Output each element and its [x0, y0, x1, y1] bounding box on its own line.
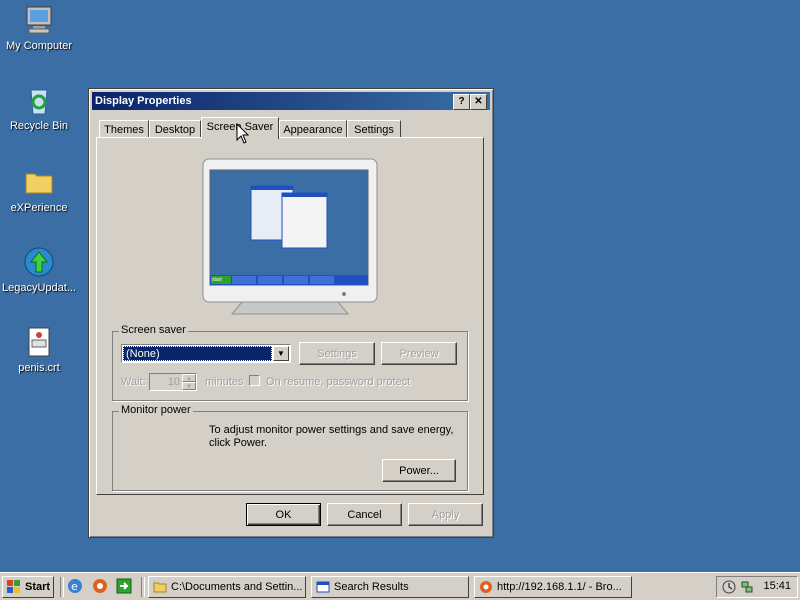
minutes-label: minutes [205, 376, 244, 388]
wait-label: Wait: [121, 376, 146, 388]
ok-button[interactable]: OK [246, 503, 321, 526]
desktop-icon-my-computer[interactable]: My Computer [0, 4, 78, 52]
tab-desktop[interactable]: Desktop [149, 120, 201, 138]
start-label: Start [25, 581, 51, 593]
folder-icon [153, 580, 167, 594]
monitor-preview: start [202, 158, 378, 318]
browser-icon [479, 580, 493, 594]
power-button[interactable]: Power... [382, 459, 456, 482]
preview-start-label: start [212, 277, 222, 283]
tab-themes[interactable]: Themes [99, 120, 149, 138]
desktop-icon-legacyupdate[interactable]: LegacyUpdat... [0, 246, 78, 294]
task-button-browser[interactable]: http://192.168.1.1/ - Bro... [474, 576, 632, 598]
folder-icon [23, 166, 55, 198]
certificate-icon [23, 326, 55, 358]
task-label: C:\Documents and Settin... [171, 581, 303, 593]
quick-launch-divider [60, 577, 64, 597]
monitor-power-description: To adjust monitor power settings and sav… [209, 424, 454, 449]
screen-saver-select[interactable]: (None) ▼ [121, 344, 291, 363]
desktop-icon-recycle-bin[interactable]: Recycle Bin [0, 84, 78, 132]
browser-quicklaunch-icon[interactable] [92, 578, 108, 594]
desktop-icon-label: Recycle Bin [9, 120, 69, 132]
search-window-icon [316, 580, 330, 594]
chevron-down-icon[interactable]: ▼ [273, 346, 289, 361]
tray-clock-icon[interactable] [722, 580, 736, 594]
computer-icon [23, 4, 55, 36]
screen-saver-group-label: Screen saver [119, 324, 188, 336]
title-bar[interactable]: Display Properties ? ✕ [92, 92, 490, 110]
task-label: http://192.168.1.1/ - Bro... [497, 581, 622, 593]
cancel-button[interactable]: Cancel [327, 503, 402, 526]
clock[interactable]: 15:41 [763, 580, 791, 592]
spin-up-icon[interactable]: ▲ [182, 374, 196, 382]
password-protect-checkbox[interactable] [249, 375, 260, 386]
desktop-icon-label: eXPerience [10, 202, 68, 214]
desktop-icon-certificate[interactable]: penis.crt [0, 326, 78, 374]
apply-button[interactable]: Apply [408, 503, 483, 526]
task-button-search-results[interactable]: Search Results [311, 576, 469, 598]
svg-text:e: e [71, 580, 78, 593]
tasks-divider [141, 577, 145, 597]
task-button-documents[interactable]: C:\Documents and Settin... [148, 576, 306, 598]
monitor-power-group: Monitor power To adjust monitor power se… [112, 404, 468, 491]
desktop-icon-label: LegacyUpdat... [2, 282, 76, 294]
screen-saver-panel: start Screen saver (None) ▼ Settings Pre… [96, 137, 484, 495]
tab-appearance[interactable]: Appearance [279, 120, 347, 138]
password-protect-label: On resume, password protect [266, 376, 411, 388]
preview-button[interactable]: Preview [381, 342, 457, 365]
help-button[interactable]: ? [453, 94, 470, 110]
spin-down-icon[interactable]: ▼ [182, 382, 196, 390]
start-button[interactable]: Start [2, 576, 54, 598]
update-globe-icon [23, 246, 55, 278]
settings-button[interactable]: Settings [299, 342, 375, 365]
window-title: Display Properties [95, 95, 192, 107]
close-button[interactable]: ✕ [470, 94, 487, 110]
task-label: Search Results [334, 581, 409, 593]
mouse-cursor-icon [236, 122, 250, 145]
system-tray: 15:41 [716, 576, 798, 598]
screen-saver-group: Screen saver (None) ▼ Settings Preview W… [112, 324, 468, 401]
screen-saver-selected: (None) [123, 346, 272, 361]
desktop-icon-experience[interactable]: eXPerience [0, 166, 78, 214]
windows-logo-icon [7, 580, 21, 594]
tray-network-icon[interactable] [740, 580, 754, 594]
desktop-icon-label: penis.crt [18, 362, 60, 374]
green-arrow-icon[interactable] [116, 578, 132, 594]
wait-value: 10 [167, 376, 180, 388]
tab-settings[interactable]: Settings [347, 120, 401, 138]
recycle-bin-icon [23, 84, 55, 116]
ie-icon[interactable]: e [67, 578, 83, 594]
monitor-power-group-label: Monitor power [119, 404, 193, 416]
wait-stepper[interactable]: 10 ▲ ▼ [149, 373, 197, 391]
taskbar: Start e C:\Documents and Settin... Searc… [0, 572, 800, 600]
desktop-icon-label: My Computer [5, 40, 73, 52]
